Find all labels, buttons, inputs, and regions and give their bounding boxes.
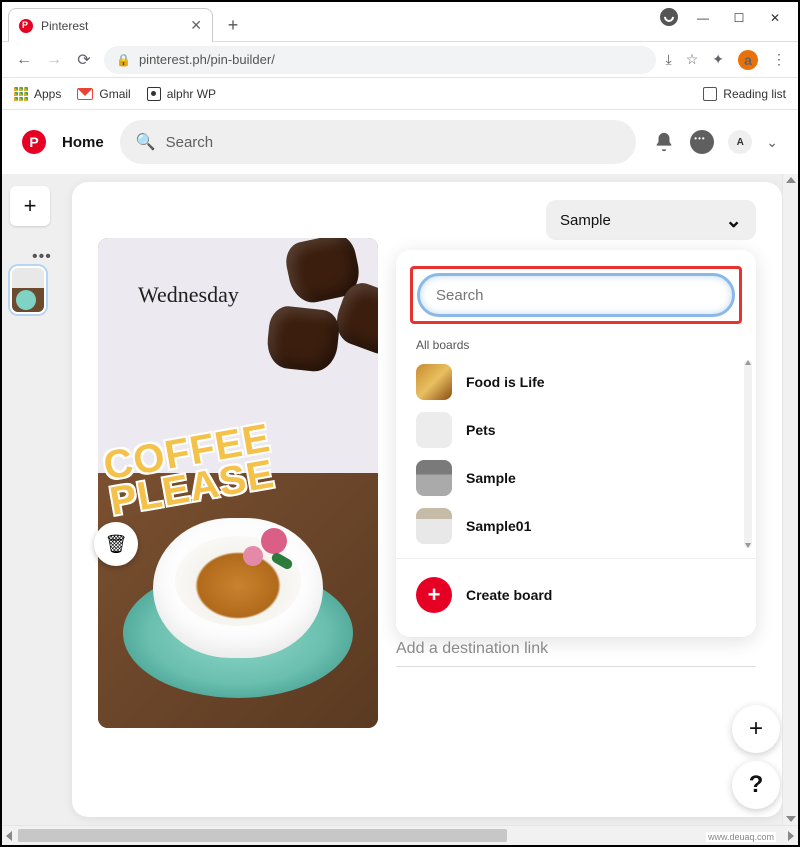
window-titlebar: Pinterest ✕ + — ☐ ✕	[2, 2, 798, 42]
alphr-label: alphr WP	[167, 87, 216, 101]
search-placeholder: Search	[166, 134, 214, 151]
create-board-button[interactable]: + Create board	[396, 567, 756, 623]
reading-list-label: Reading list	[723, 87, 786, 101]
highlight-annotation	[410, 266, 742, 324]
chrome-profile-avatar[interactable]: a	[738, 50, 758, 70]
trash-icon: 🗑	[105, 534, 128, 555]
reload-button[interactable]: ⟳	[74, 50, 94, 70]
plus-circle-icon: +	[416, 577, 452, 613]
home-nav[interactable]: Home	[62, 134, 104, 151]
bookmark-star-icon[interactable]: ☆	[686, 51, 699, 68]
forward-button[interactable]: →	[44, 50, 64, 70]
all-boards-label: All boards	[396, 328, 756, 358]
destination-link-input[interactable]: Add a destination link	[396, 640, 756, 667]
add-pin-button[interactable]: +	[10, 186, 50, 226]
tab-close-icon[interactable]: ✕	[190, 17, 202, 34]
board-search-input[interactable]	[436, 287, 716, 304]
browser-tab[interactable]: Pinterest ✕	[8, 8, 213, 42]
address-bar[interactable]: 🔒 pinterest.ph/pin-builder/	[104, 46, 656, 74]
new-tab-button[interactable]: +	[219, 11, 247, 39]
gmail-bookmark[interactable]: Gmail	[77, 87, 130, 101]
board-item[interactable]: Pets	[396, 406, 756, 454]
board-thumb-icon	[416, 460, 452, 496]
browser-toolbar: ← → ⟳ 🔒 pinterest.ph/pin-builder/ ⤓ ☆ ✦ …	[2, 42, 798, 78]
board-name: Sample01	[466, 518, 531, 534]
search-icon: 🔍	[136, 132, 156, 152]
window-maximize-button[interactable]: ☐	[724, 6, 754, 30]
pinterest-favicon	[19, 19, 33, 33]
extensions-icon[interactable]: ✦	[712, 51, 724, 68]
floating-add-button[interactable]: +	[732, 705, 780, 753]
reading-list-button[interactable]: Reading list	[703, 87, 786, 101]
watermark-text: www.deuaq.com	[706, 832, 776, 842]
pin-thumb-menu-icon[interactable]: •••	[32, 248, 52, 266]
url-text: pinterest.ph/pin-builder/	[139, 52, 275, 67]
board-selected-label: Sample	[560, 212, 611, 229]
chrome-menu-icon[interactable]: ⋮	[772, 51, 786, 68]
board-select-dropdown[interactable]: Sample ⌄	[546, 200, 756, 240]
gmail-icon	[77, 88, 93, 100]
pinterest-header: P Home 🔍 Search A ⌄	[2, 110, 798, 174]
pinterest-logo-icon[interactable]: P	[22, 130, 46, 154]
board-thumb-icon	[416, 508, 452, 544]
site-icon	[147, 87, 161, 101]
pin-image-preview: Wednesday COFFEEPLEASE	[98, 238, 378, 728]
board-item[interactable]: Food is Life	[396, 358, 756, 406]
chevron-down-icon: ⌄	[725, 208, 742, 233]
apps-grid-icon	[14, 87, 28, 101]
apps-shortcut[interactable]: Apps	[14, 87, 61, 101]
chrome-account-icon[interactable]	[660, 8, 678, 26]
board-list-scrollbar[interactable]	[744, 360, 752, 548]
window-minimize-button[interactable]: —	[688, 6, 718, 30]
create-board-label: Create board	[466, 587, 552, 603]
pin-editor-panel: Wednesday COFFEEPLEASE 🗑 Sample ⌄	[72, 182, 782, 817]
board-name: Food is Life	[466, 374, 545, 390]
horizontal-scrollbar[interactable]	[2, 825, 798, 845]
divider	[396, 558, 756, 559]
board-name: Pets	[466, 422, 496, 438]
reading-list-icon	[703, 87, 717, 101]
pinterest-search-bar[interactable]: 🔍 Search	[120, 120, 637, 164]
pin-thumbnail[interactable]	[10, 266, 46, 314]
floating-help-button[interactable]: ?	[732, 761, 780, 809]
board-item[interactable]: Sample	[396, 454, 756, 502]
board-thumb-icon	[416, 412, 452, 448]
messages-icon[interactable]	[690, 130, 714, 154]
bookmarks-bar: Apps Gmail alphr WP Reading list	[2, 78, 798, 110]
user-avatar[interactable]: A	[728, 130, 752, 154]
alphr-bookmark[interactable]: alphr WP	[147, 87, 216, 101]
board-list: Food is Life Pets Sample Sample01	[396, 358, 756, 550]
pin-builder-area: + ••• Wednesday COFFEEPLEASE	[2, 174, 798, 825]
board-search-field[interactable]	[417, 273, 735, 317]
board-name: Sample	[466, 470, 516, 486]
vertical-scrollbar[interactable]	[782, 174, 798, 825]
apps-label: Apps	[34, 87, 61, 101]
tab-title: Pinterest	[41, 19, 88, 33]
install-app-icon[interactable]: ⤓	[666, 51, 672, 68]
window-close-button[interactable]: ✕	[760, 6, 790, 30]
board-picker-popover: All boards Food is Life Pets Sample Samp…	[396, 250, 756, 637]
back-button[interactable]: ←	[14, 50, 34, 70]
notifications-bell-icon[interactable]	[652, 130, 676, 154]
gmail-label: Gmail	[99, 87, 130, 101]
board-thumb-icon	[416, 364, 452, 400]
lock-icon: 🔒	[116, 53, 131, 67]
account-menu-chevron-icon[interactable]: ⌄	[766, 134, 778, 151]
board-item[interactable]: Sample01	[396, 502, 756, 550]
